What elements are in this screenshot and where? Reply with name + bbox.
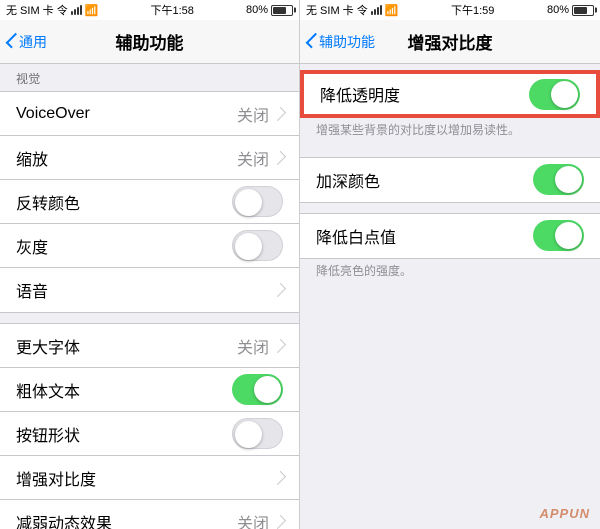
wifi-icon-right: 📶 (385, 4, 399, 17)
row-label-reduce-transparency: 降低透明度 (320, 82, 529, 106)
signal-bars-left (71, 5, 82, 15)
back-label-right: 辅助功能 (319, 32, 375, 52)
status-left: 无 SIM 卡 令 📶 (6, 2, 98, 18)
nav-bar-left: 通用 辅助功能 (0, 20, 299, 64)
battery-icon-left (271, 5, 293, 16)
toggle-bold-text[interactable] (232, 374, 283, 405)
chevron-icon-voiceover (272, 106, 286, 120)
nav-title-left: 辅助功能 (116, 29, 184, 54)
nav-title-right: 增强对比度 (408, 29, 493, 54)
toggle-darken-colors[interactable] (533, 164, 584, 195)
row-label-darken-colors: 加深颜色 (316, 168, 533, 192)
status-right-right: 80% (547, 4, 594, 16)
toggle-reduce-white-point[interactable] (533, 220, 584, 251)
wifi-icon-left: 📶 (85, 4, 99, 17)
row-label-voiceover: VoiceOver (16, 105, 237, 123)
row-label-increase-contrast: 增强对比度 (16, 466, 275, 490)
status-bar-left: 无 SIM 卡 令 📶 下午1:58 80% (0, 0, 299, 20)
table-row[interactable]: VoiceOver 关闭 (0, 92, 299, 136)
row-value-zoom: 关闭 (237, 146, 269, 170)
row-label-invert: 反转颜色 (16, 190, 232, 214)
carrier-left: 无 SIM 卡 令 (6, 2, 68, 18)
hint-reduce-white-point: 降低亮色的强度。 (300, 259, 600, 288)
nav-bar-right: 辅助功能 增强对比度 (300, 20, 600, 64)
section-vision-header: 视觉 (0, 64, 299, 91)
spacer3 (300, 203, 600, 213)
row-label-bold-text: 粗体文本 (16, 378, 232, 402)
table-row-reduce-transparency[interactable]: 降低透明度 (302, 72, 598, 116)
text-group: 更大字体 关闭 粗体文本 按钮形状 增强对比度 减弱动态效果 (0, 323, 299, 529)
table-row-darken-colors[interactable]: 加深颜色 (300, 158, 600, 202)
table-row[interactable]: 反转颜色 (0, 180, 299, 224)
panels-wrapper: 无 SIM 卡 令 📶 下午1:58 80% 通用 (0, 0, 600, 529)
chevron-icon-reduce-motion (272, 515, 286, 529)
row-value-voiceover: 关闭 (237, 102, 269, 126)
reduce-transparency-group: 降低透明度 (300, 70, 600, 118)
back-label-left: 通用 (19, 32, 47, 52)
row-value-reduce-motion: 关闭 (237, 510, 269, 529)
battery-icon-right (572, 5, 594, 16)
left-panel: 无 SIM 卡 令 📶 下午1:58 80% 通用 (0, 0, 300, 529)
battery-pct-left: 80% (246, 4, 268, 16)
right-content: 降低透明度 增强某些背景的对比度以增加易读性。 加深颜色 降低白点值 (300, 64, 600, 529)
table-row[interactable]: 语音 (0, 268, 299, 312)
chevron-icon-larger-text (272, 338, 286, 352)
table-row[interactable]: 按钮形状 (0, 412, 299, 456)
left-content: 视觉 VoiceOver 关闭 缩放 关闭 反转颜色 灰度 (0, 64, 299, 529)
reduce-white-point-group: 降低白点值 (300, 213, 600, 259)
back-button-right[interactable]: 辅助功能 (308, 32, 375, 52)
battery-pct-right: 80% (547, 4, 569, 16)
toggle-reduce-transparency[interactable] (529, 79, 580, 110)
toggle-button-shapes[interactable] (232, 418, 283, 449)
back-button-left[interactable]: 通用 (8, 32, 47, 52)
table-row[interactable]: 灰度 (0, 224, 299, 268)
chevron-icon-zoom (272, 150, 286, 164)
row-label-grayscale: 灰度 (16, 234, 232, 258)
right-panel: 无 SIM 卡 令 📶 下午1:59 80% 辅助 (300, 0, 600, 529)
darken-colors-group: 加深颜色 (300, 157, 600, 203)
status-bar-right: 无 SIM 卡 令 📶 下午1:59 80% (300, 0, 600, 20)
status-left-right: 无 SIM 卡 令 📶 (306, 2, 398, 18)
row-label-larger-text: 更大字体 (16, 334, 237, 358)
vision-group: VoiceOver 关闭 缩放 关闭 反转颜色 灰度 (0, 91, 299, 313)
row-label-reduce-motion: 减弱动态效果 (16, 510, 237, 529)
row-label-zoom: 缩放 (16, 146, 237, 170)
toggle-grayscale[interactable] (232, 230, 283, 261)
time-right: 下午1:59 (451, 2, 494, 18)
row-label-button-shapes: 按钮形状 (16, 422, 232, 446)
table-row[interactable]: 缩放 关闭 (0, 136, 299, 180)
signal-bars-right (371, 5, 382, 15)
table-row[interactable]: 更大字体 关闭 (0, 324, 299, 368)
row-label-speech: 语音 (16, 278, 275, 302)
table-row[interactable]: 增强对比度 (0, 456, 299, 500)
spacer1 (0, 313, 299, 323)
hint-reduce-transparency: 增强某些背景的对比度以增加易读性。 (300, 118, 600, 147)
row-value-larger-text: 关闭 (237, 334, 269, 358)
status-right-left: 80% (246, 4, 293, 16)
toggle-invert[interactable] (232, 186, 283, 217)
row-label-reduce-white-point: 降低白点值 (316, 224, 533, 248)
time-left: 下午1:58 (150, 2, 193, 18)
table-row-reduce-white-point[interactable]: 降低白点值 (300, 214, 600, 258)
carrier-right: 无 SIM 卡 令 (306, 2, 368, 18)
table-row[interactable]: 粗体文本 (0, 368, 299, 412)
table-row[interactable]: 减弱动态效果 关闭 (0, 500, 299, 529)
spacer2 (300, 147, 600, 157)
